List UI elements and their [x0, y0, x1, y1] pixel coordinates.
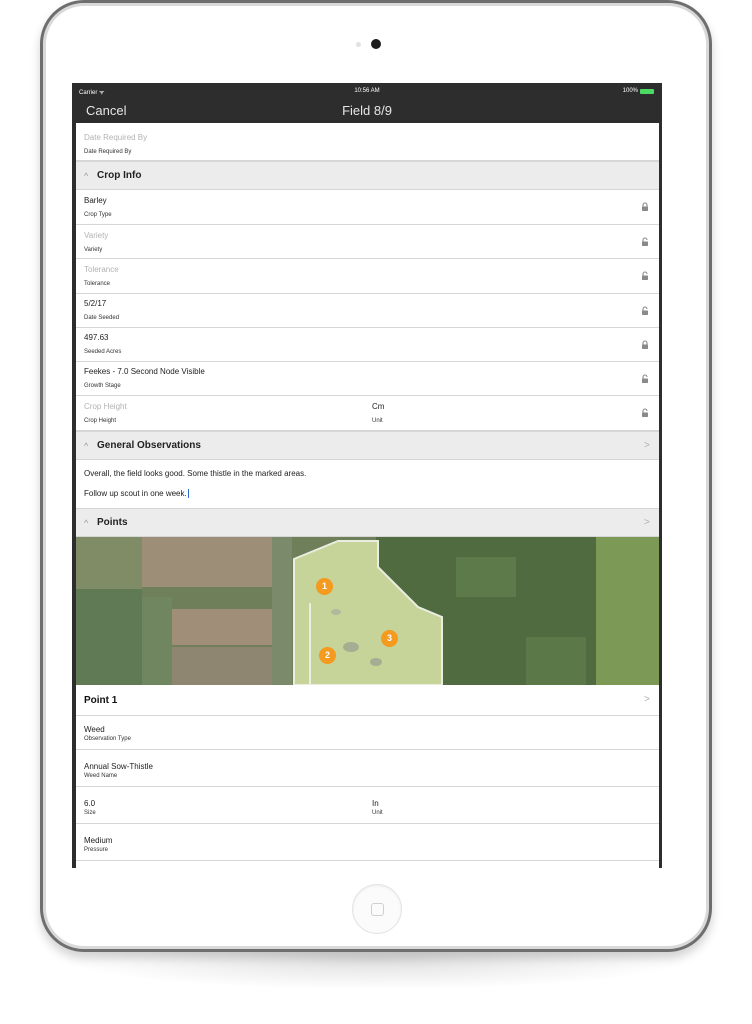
- date-seeded-field[interactable]: 5/2/17 Date Seeded: [76, 294, 659, 328]
- map-marker-2[interactable]: 2: [319, 647, 336, 664]
- lock-open-icon[interactable]: [640, 237, 650, 247]
- lock-open-icon[interactable]: [640, 306, 650, 316]
- crop-type-label: Crop Type: [84, 212, 112, 218]
- variety-value: Variety: [84, 231, 109, 240]
- size-value: 6.0: [84, 799, 96, 808]
- chevron-right-icon: >: [644, 517, 650, 528]
- pressure-label: Pressure: [84, 847, 109, 853]
- variety-field[interactable]: Variety Variety: [76, 225, 659, 259]
- size-label: Size: [84, 810, 96, 816]
- collapse-caret-icon: ^: [84, 441, 89, 451]
- date-required-field[interactable]: Date Required By Date Required By: [76, 123, 659, 161]
- chevron-right-icon: >: [644, 440, 650, 451]
- seeded-acres-value: 497.63: [84, 333, 109, 342]
- battery-percent: 100%: [622, 88, 638, 94]
- weed-name-value: Annual Sow-Thistle: [84, 762, 153, 771]
- observation-line-1: Overall, the field looks good. Some this…: [84, 469, 307, 478]
- text-cursor: [187, 489, 189, 499]
- battery-icon: [640, 88, 654, 94]
- size-field[interactable]: 6.0 Size In Unit: [76, 787, 659, 824]
- observation-type-label: Observation Type: [84, 736, 131, 742]
- pressure-field[interactable]: Medium Pressure: [76, 824, 659, 861]
- battery-indicator: 100%: [623, 88, 654, 94]
- home-square-icon: [371, 903, 384, 916]
- lock-open-icon[interactable]: [640, 271, 650, 281]
- date-seeded-value: 5/2/17: [84, 299, 107, 308]
- weed-name-field[interactable]: Annual Sow-Thistle Weed Name: [76, 750, 659, 787]
- seeded-acres-field[interactable]: 497.63 Seeded Acres: [76, 328, 659, 362]
- section-title: Points: [97, 517, 128, 528]
- tolerance-field[interactable]: Tolerance Tolerance: [76, 259, 659, 294]
- section-crop-info[interactable]: ^ Crop Info: [76, 161, 659, 190]
- crop-height-label: Crop Height: [84, 418, 117, 424]
- observation-line-2-wrap: Follow up scout in one week.: [84, 489, 189, 499]
- date-required-label: Date Required By: [84, 149, 132, 155]
- tolerance-value: Tolerance: [84, 265, 119, 274]
- lock-open-icon[interactable]: [640, 374, 650, 384]
- lock-closed-icon[interactable]: [640, 202, 650, 212]
- status-bar: Carrier ᯤ 10:56 AM 100%: [72, 83, 662, 99]
- pressure-value: Medium: [84, 836, 113, 845]
- seeded-acres-label: Seeded Acres: [84, 349, 122, 355]
- map-marker-3[interactable]: 3: [381, 630, 398, 647]
- collapse-caret-icon: ^: [84, 518, 89, 528]
- observation-type-field[interactable]: Weed Observation Type: [76, 716, 659, 750]
- map-marker-1[interactable]: 1: [316, 578, 333, 595]
- form-content: Date Required By Date Required By ^ Crop…: [76, 123, 659, 868]
- satellite-map-image: [76, 537, 659, 685]
- crop-height-value: Crop Height: [84, 402, 127, 411]
- crop-height-unit-value[interactable]: Cm: [372, 402, 384, 411]
- date-required-value: Date Required By: [84, 133, 148, 142]
- section-title: General Observations: [97, 440, 201, 451]
- date-seeded-label: Date Seeded: [84, 315, 120, 321]
- nav-title: Field 8/9: [342, 103, 392, 118]
- field-map[interactable]: 1 2 3: [76, 537, 659, 685]
- observation-type-value: Weed: [84, 725, 105, 734]
- observations-textarea[interactable]: Overall, the field looks good. Some this…: [76, 460, 659, 509]
- variety-label: Variety: [84, 247, 103, 253]
- section-points[interactable]: ^ Points >: [76, 508, 659, 537]
- size-unit-label: Unit: [372, 810, 383, 816]
- tolerance-label: Tolerance: [84, 281, 111, 287]
- camera-icon: [371, 39, 381, 49]
- growth-stage-field[interactable]: Feekes - 7.0 Second Node Visible Growth …: [76, 362, 659, 396]
- weed-name-label: Weed Name: [84, 773, 118, 779]
- size-unit-value[interactable]: In: [372, 799, 379, 808]
- growth-stage-label: Growth Stage: [84, 383, 121, 389]
- chevron-right-icon: >: [644, 694, 650, 705]
- crop-height-field[interactable]: Crop Height Crop Height Cm Unit: [76, 396, 659, 431]
- section-general-observations[interactable]: ^ General Observations >: [76, 431, 659, 460]
- crop-type-field[interactable]: Barley Crop Type: [76, 190, 659, 225]
- section-title: Crop Info: [97, 170, 142, 181]
- navigation-bar: Cancel Field 8/9: [72, 99, 662, 123]
- home-button[interactable]: [352, 884, 402, 934]
- sensor-dot: [356, 42, 361, 47]
- point-title: Point 1: [84, 695, 118, 706]
- crop-height-unit-label: Unit: [372, 418, 383, 424]
- crop-type-value: Barley: [84, 196, 107, 205]
- status-time: 10:56 AM: [354, 88, 380, 94]
- collapse-caret-icon: ^: [84, 171, 89, 181]
- growth-stage-value: Feekes - 7.0 Second Node Visible: [84, 367, 205, 376]
- observation-line-2: Follow up scout in one week.: [84, 489, 187, 498]
- lock-closed-icon[interactable]: [640, 340, 650, 350]
- app-screen: Carrier ᯤ 10:56 AM 100% Cancel Field 8/9…: [72, 83, 662, 868]
- point-1-header[interactable]: Point 1 >: [76, 685, 659, 716]
- lock-open-icon[interactable]: [640, 408, 650, 418]
